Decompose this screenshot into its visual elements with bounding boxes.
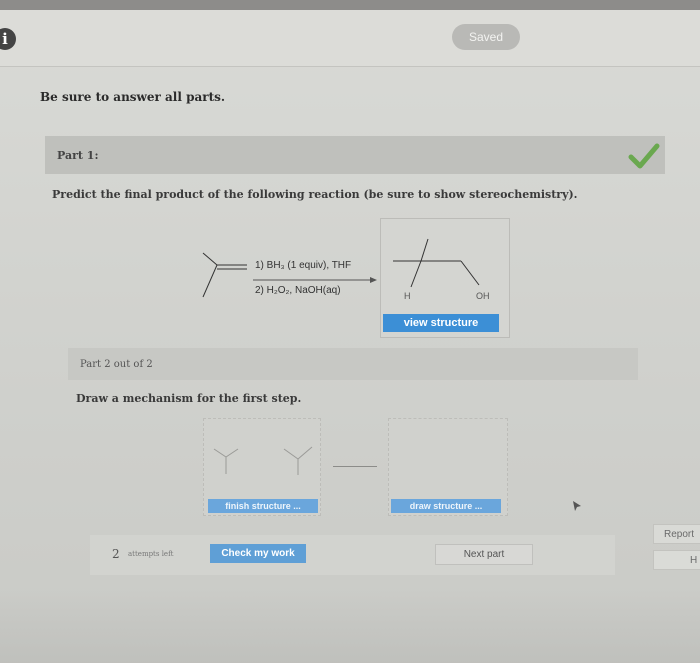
mechanism-arrow <box>333 466 377 467</box>
finish-structure-button[interactable]: finish structure ... <box>208 499 318 513</box>
report-button[interactable]: Report <box>653 524 700 544</box>
part1-header: Part 1: <box>45 136 665 174</box>
attempts-count: 2 <box>112 547 120 561</box>
next-part-button[interactable]: Next part <box>435 544 533 565</box>
reaction-arrow <box>253 277 377 283</box>
part1-label: Part 1: <box>57 149 99 162</box>
part2-question: Draw a mechanism for the first step. <box>76 392 302 405</box>
instructions-text: Be sure to answer all parts. <box>40 90 226 104</box>
drawing-canvas-product[interactable]: draw structure ... <box>388 418 508 516</box>
top-bar <box>0 10 700 67</box>
mechanism-structures <box>213 446 313 475</box>
part2-header: Part 2 out of 2 <box>68 348 638 380</box>
part1-question: Predict the final product of the followi… <box>52 188 578 201</box>
view-structure-button[interactable]: view structure <box>383 314 499 332</box>
help-button[interactable]: H <box>653 550 700 570</box>
reactant-structure <box>202 252 247 298</box>
saved-indicator: Saved <box>452 24 520 50</box>
checkmark-icon <box>628 143 660 169</box>
reagent-step1: 1) BH₃ (1 equiv), THF <box>255 260 352 271</box>
draw-structure-button[interactable]: draw structure ... <box>391 499 501 513</box>
drawing-canvas-reactant[interactable]: finish structure ... <box>203 418 321 516</box>
hydroxyl-label: OH <box>476 291 490 301</box>
bottom-shadow <box>0 590 700 663</box>
hydrogen-label: H <box>404 291 411 301</box>
reaction-scheme: 1) BH₃ (1 equiv), THF 2) H₂O₂, NaOH(aq) <box>195 245 395 305</box>
product-structure <box>393 238 480 288</box>
check-my-work-button[interactable]: Check my work <box>210 544 306 563</box>
attempts-text: attempts left <box>128 550 174 558</box>
mouse-cursor-icon <box>573 501 581 511</box>
product-structure-box: H OH view structure <box>380 218 510 338</box>
bottom-bar: 2 attempts left Check my work Next part <box>90 535 615 575</box>
reagent-step2: 2) H₂O₂, NaOH(aq) <box>255 285 341 296</box>
part2-label: Part 2 out of 2 <box>80 359 153 370</box>
